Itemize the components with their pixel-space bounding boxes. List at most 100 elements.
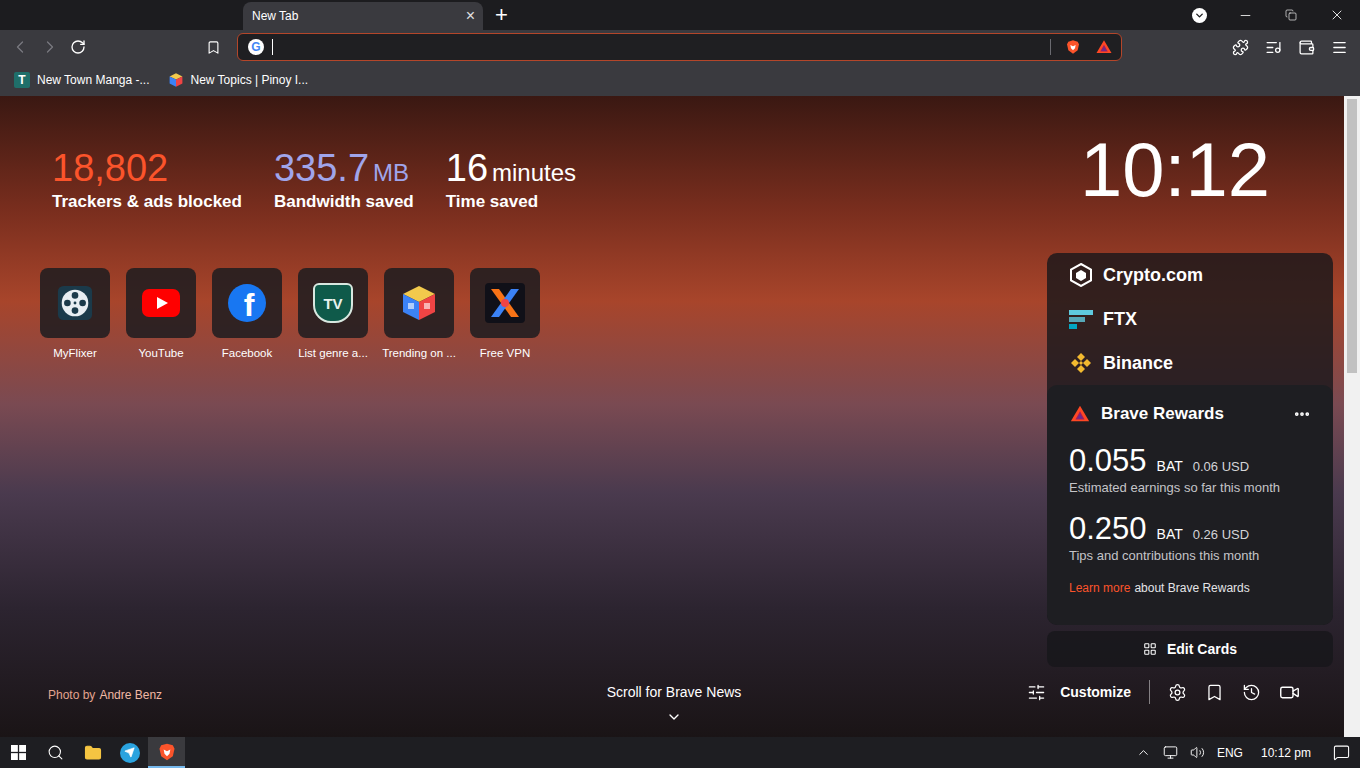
taskbar-clock[interactable]: 10:12 pm (1255, 744, 1311, 762)
crypto-card[interactable]: FTX (1047, 297, 1333, 341)
restore-button[interactable] (1268, 0, 1314, 30)
top-site-tile (384, 268, 454, 338)
rewards-caption: Tips and contributions this month (1069, 547, 1311, 565)
youtube-icon (142, 289, 180, 317)
tab-search-button[interactable] (1176, 0, 1222, 30)
stat: 18,802Trackers & ads blocked (52, 146, 242, 214)
stat-label: Trackers & ads blocked (52, 190, 242, 214)
photo-author[interactable]: Andre Benz (99, 686, 162, 704)
menu-icon[interactable] (1331, 39, 1348, 56)
top-sites: MyFlixer YouTube fFacebookTVList genre a..… (0, 268, 576, 360)
brave-shields-icon (1065, 39, 1081, 55)
taskbar-app[interactable] (111, 737, 148, 768)
customize-button[interactable]: Customize (1027, 682, 1131, 703)
top-site[interactable]: YouTube (118, 268, 204, 360)
reload-icon[interactable] (70, 39, 86, 55)
tv-shield-icon: TV (313, 283, 353, 323)
bookmark-item[interactable]: T New Town Manga -... (14, 71, 150, 89)
tray-expand-icon[interactable] (1136, 745, 1151, 760)
close-icon (1329, 7, 1345, 23)
minimize-button[interactable] (1222, 0, 1268, 30)
rewards-currency: BAT (1157, 524, 1183, 545)
stat-label: Time saved (446, 190, 576, 214)
new-tab-button[interactable]: + (495, 4, 508, 26)
playlist-icon[interactable] (1265, 39, 1282, 56)
tab-close-button[interactable]: × (466, 8, 475, 24)
taskbar-app[interactable] (148, 737, 185, 768)
telegram-icon (120, 743, 140, 763)
top-site[interactable]: Trending on ... (376, 268, 462, 360)
volume-icon[interactable] (1190, 745, 1205, 760)
brave-news-prompt[interactable]: Scroll for Brave News (465, 676, 882, 725)
top-site-tile: TV (298, 268, 368, 338)
address-input[interactable] (281, 37, 1042, 58)
new-tab-page: 18,802Trackers & ads blocked 335.7MBBandw… (0, 96, 1360, 737)
notifications-icon[interactable] (1333, 744, 1350, 761)
chevron-down-icon (1194, 10, 1205, 21)
footer: Photo byAndre BenzScroll for Brave NewsC… (0, 676, 1344, 737)
start-button[interactable] (0, 737, 37, 768)
stat-unit: MB (373, 158, 409, 188)
ftx-icon (1069, 309, 1093, 329)
favicon-icon (168, 72, 184, 88)
edit-cards-button[interactable]: Edit Cards (1047, 631, 1333, 667)
taskbar-app[interactable] (37, 737, 74, 768)
vpn-x-icon (485, 283, 525, 323)
crypto-card[interactable]: Binance (1047, 341, 1333, 385)
card-title: Binance (1103, 350, 1173, 377)
bookmarks-bar: T New Town Manga -... New Topics | Pinoy I… (0, 64, 1360, 96)
stats: 18,802Trackers & ads blocked 335.7MBBandw… (0, 146, 576, 214)
bookmarks-icon[interactable] (1205, 683, 1224, 702)
scrollbar[interactable] (1344, 96, 1360, 737)
screen: New Tab × + G T New Town Manga -... New Topics… (0, 0, 1360, 768)
rewards-row: 0.055BAT0.06 USDEstimated earnings so fa… (1069, 443, 1311, 497)
settings-icon[interactable] (1168, 683, 1187, 702)
facebook-icon: f (228, 284, 266, 322)
top-site[interactable]: fFacebook (204, 268, 290, 360)
browser-tab[interactable]: New Tab × (243, 2, 483, 30)
top-site-label: Trending on ... (382, 346, 456, 360)
rewards-amount: 0.055 (1069, 443, 1147, 479)
rewards-currency: BAT (1157, 456, 1183, 477)
crypto-com-icon (1070, 263, 1092, 287)
taskbar-app[interactable] (74, 737, 111, 768)
brave-rewards-icon (1095, 38, 1113, 56)
sliders-icon (1027, 683, 1046, 702)
more-icon[interactable] (1293, 405, 1311, 423)
top-site[interactable]: TVList genre a... (290, 268, 376, 360)
learn-more-link[interactable]: Learn more (1069, 579, 1130, 597)
wallet-icon[interactable] (1298, 39, 1315, 56)
stat-unit: minutes (492, 158, 576, 188)
scrollbar-thumb[interactable] (1347, 99, 1357, 373)
address-bar[interactable]: G (237, 33, 1122, 61)
tab-title: New Tab (252, 7, 298, 25)
stat-value: 335.7 (274, 146, 369, 190)
close-window-button[interactable] (1314, 0, 1360, 30)
stat-value: 18,802 (52, 146, 168, 190)
top-site[interactable]: Free VPN (462, 268, 548, 360)
history-icon[interactable] (1242, 683, 1261, 702)
favicon-icon: T (14, 72, 30, 88)
top-site-label: YouTube (138, 346, 183, 360)
extensions-icon[interactable] (1232, 39, 1249, 56)
learn-more: Learn moreabout Brave Rewards (1069, 579, 1311, 597)
back-icon[interactable] (10, 37, 30, 57)
bookmark-icon[interactable] (206, 40, 221, 55)
bookmark-label: New Town Manga -... (37, 71, 150, 89)
top-site[interactable]: MyFlixer (32, 268, 118, 360)
network-icon[interactable] (1163, 745, 1178, 760)
rewards-card: Brave Rewards0.055BAT0.06 USDEstimated e… (1047, 385, 1333, 625)
stat: 16minutesTime saved (446, 146, 576, 214)
forward-icon[interactable] (40, 37, 60, 57)
language-indicator[interactable]: ENG (1217, 744, 1243, 762)
bookmark-item[interactable]: New Topics | Pinoy I... (168, 71, 309, 89)
top-site-label: MyFlixer (53, 346, 96, 360)
crypto-card[interactable]: Crypto.com (1047, 253, 1333, 297)
bookmark-label: New Topics | Pinoy I... (191, 71, 309, 89)
video-call-icon[interactable] (1279, 682, 1300, 703)
windows-icon (11, 745, 26, 760)
rewards-logo-icon (1069, 403, 1091, 425)
top-site-tile (126, 268, 196, 338)
google-icon: G (248, 39, 264, 55)
stat-label: Bandwidth saved (274, 190, 414, 214)
